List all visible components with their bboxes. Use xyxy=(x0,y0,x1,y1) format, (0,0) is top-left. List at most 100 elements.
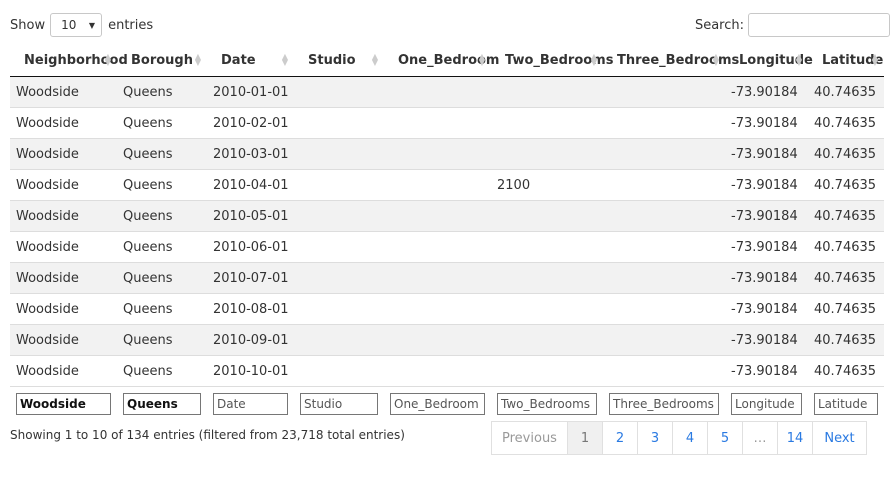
column-header-three-bedrooms[interactable]: Three_Bedrooms ▲ ▼ xyxy=(603,44,739,77)
cell-two-bedrooms xyxy=(491,324,603,356)
pagination-ellipsis: … xyxy=(742,421,778,455)
cell-two-bedrooms xyxy=(491,231,603,263)
column-header-label: Neighborhood xyxy=(24,52,128,68)
filter-input-three-bedrooms[interactable]: Three_Bedrooms xyxy=(609,393,719,415)
column-header-date[interactable]: Date ▲ ▼ xyxy=(207,44,294,77)
cell-three-bedrooms xyxy=(603,200,725,232)
cell-date: 2010-08-01 xyxy=(207,293,294,325)
cell-borough: Queens xyxy=(117,107,207,139)
cell-date: 2010-06-01 xyxy=(207,231,294,263)
search-input[interactable] xyxy=(748,13,890,37)
column-header-one-bedroom[interactable]: One_Bedroom ▲ ▼ xyxy=(384,44,499,77)
column-header-label: Date xyxy=(221,52,256,68)
cell-longitude: -73.90184 xyxy=(725,262,808,294)
cell-longitude: -73.90184 xyxy=(725,169,808,201)
filter-input-latitude[interactable]: Latitude xyxy=(814,393,878,415)
cell-borough: Queens xyxy=(117,355,207,387)
column-header-latitude[interactable]: Latitude ▲ ▼ xyxy=(808,44,884,77)
page-button[interactable]: 5 xyxy=(707,421,743,455)
cell-borough: Queens xyxy=(117,293,207,325)
cell-longitude: -73.90184 xyxy=(725,76,808,108)
cell-three-bedrooms xyxy=(603,355,725,387)
filter-input-longitude[interactable]: Longitude xyxy=(731,393,802,415)
page-button[interactable]: 2 xyxy=(602,421,638,455)
cell-neighborhood: Woodside xyxy=(10,293,117,325)
cell-latitude: 40.74635 xyxy=(808,138,884,170)
cell-two-bedrooms xyxy=(491,293,603,325)
cell-borough: Queens xyxy=(117,138,207,170)
cell-one-bedroom xyxy=(384,169,491,201)
filter-input-two-bedrooms[interactable]: Two_Bedrooms xyxy=(497,393,597,415)
cell-one-bedroom xyxy=(384,76,491,108)
cell-latitude: 40.74635 xyxy=(808,324,884,356)
cell-studio xyxy=(294,262,384,294)
cell-two-bedrooms xyxy=(491,200,603,232)
cell-studio xyxy=(294,200,384,232)
chevron-down-icon: ▼ xyxy=(88,20,96,30)
column-header-two-bedrooms[interactable]: Two_Bedrooms ▲ ▼ xyxy=(491,44,613,77)
column-header-neighborhood[interactable]: Neighborhood ▲ ▼ xyxy=(10,44,128,77)
filter-input-studio[interactable]: Studio xyxy=(300,393,378,415)
cell-neighborhood: Woodside xyxy=(10,138,117,170)
cell-one-bedroom xyxy=(384,231,491,263)
previous-button[interactable]: Previous xyxy=(491,421,568,455)
table-row: Woodside Queens 2010-08-01 -73.90184 40.7463… xyxy=(10,293,884,325)
cell-date: 2010-02-01 xyxy=(207,107,294,139)
filter-cell: Latitude xyxy=(808,386,884,421)
cell-studio xyxy=(294,76,384,108)
cell-latitude: 40.74635 xyxy=(808,293,884,325)
column-header-label: Borough xyxy=(131,52,193,68)
page-button[interactable]: 14 xyxy=(777,421,813,455)
table-row: Woodside Queens 2010-05-01 -73.90184 40.7463… xyxy=(10,200,884,232)
entries-select[interactable]: 10 ▼ xyxy=(50,13,103,37)
column-header-studio[interactable]: Studio ▲ ▼ xyxy=(294,44,384,77)
cell-borough: Queens xyxy=(117,324,207,356)
filter-input-one-bedroom[interactable]: One_Bedroom xyxy=(390,393,485,415)
entries-select-value: 10 xyxy=(61,18,77,32)
page-button[interactable]: 1 xyxy=(567,421,603,455)
cell-one-bedroom xyxy=(384,107,491,139)
data-table: Neighborhood ▲ ▼ Borough ▲ ▼ Date ▲ ▼ Studio ▲ ▼ One… xyxy=(10,44,884,421)
cell-borough: Queens xyxy=(117,262,207,294)
cell-longitude: -73.90184 xyxy=(725,324,808,356)
cell-studio xyxy=(294,169,384,201)
cell-studio xyxy=(294,138,384,170)
cell-neighborhood: Woodside xyxy=(10,324,117,356)
cell-longitude: -73.90184 xyxy=(725,293,808,325)
filter-input-date[interactable]: Date xyxy=(213,393,288,415)
filter-input-neighborhood[interactable]: Woodside xyxy=(16,393,111,415)
table-body: Woodside Queens 2010-01-01 -73.90184 40.7463… xyxy=(10,76,884,387)
cell-three-bedrooms xyxy=(603,231,725,263)
cell-date: 2010-04-01 xyxy=(207,169,294,201)
column-header-borough[interactable]: Borough ▲ ▼ xyxy=(117,44,207,77)
cell-longitude: -73.90184 xyxy=(725,355,808,387)
sort-icon: ▲ ▼ xyxy=(194,52,201,67)
entries-label: entries xyxy=(108,17,154,33)
table-controls: Show 10 ▼ entries Search: xyxy=(10,12,890,38)
page-button[interactable]: 4 xyxy=(672,421,708,455)
cell-two-bedrooms xyxy=(491,262,603,294)
cell-neighborhood: Woodside xyxy=(10,107,117,139)
sort-icon: ▲ ▼ xyxy=(104,52,111,67)
cell-two-bedrooms xyxy=(491,76,603,108)
sort-icon: ▲ ▼ xyxy=(712,52,719,67)
cell-longitude: -73.90184 xyxy=(725,107,808,139)
cell-studio xyxy=(294,231,384,263)
sort-icon: ▲ ▼ xyxy=(871,52,878,67)
cell-three-bedrooms xyxy=(603,138,725,170)
cell-borough: Queens xyxy=(117,231,207,263)
cell-one-bedroom xyxy=(384,262,491,294)
next-button[interactable]: Next xyxy=(812,421,867,455)
column-header-longitude[interactable]: Longitude ▲ ▼ xyxy=(725,44,813,77)
sort-icon: ▲ ▼ xyxy=(371,52,378,67)
cell-latitude: 40.74635 xyxy=(808,107,884,139)
cell-neighborhood: Woodside xyxy=(10,262,117,294)
cell-one-bedroom xyxy=(384,324,491,356)
table-row: Woodside Queens 2010-10-01 -73.90184 40.7463… xyxy=(10,355,884,387)
cell-latitude: 40.74635 xyxy=(808,169,884,201)
page-button[interactable]: 3 xyxy=(637,421,673,455)
cell-date: 2010-03-01 xyxy=(207,138,294,170)
filter-input-borough[interactable]: Queens xyxy=(123,393,201,415)
cell-latitude: 40.74635 xyxy=(808,200,884,232)
filter-cell: One_Bedroom xyxy=(384,386,491,421)
